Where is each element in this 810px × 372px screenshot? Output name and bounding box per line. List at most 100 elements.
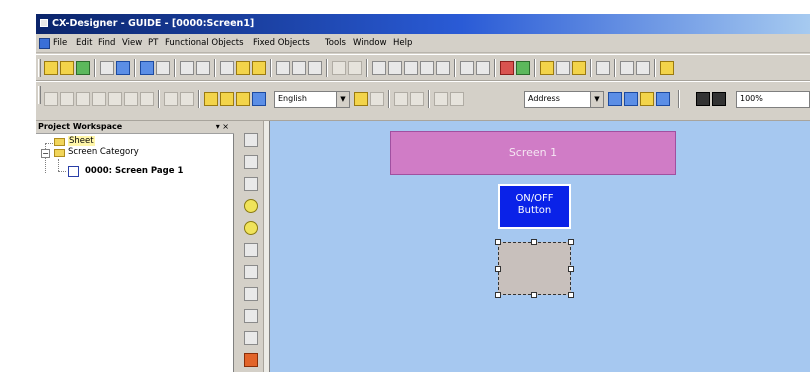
screen-title-label[interactable]: Screen 1 [390, 131, 676, 175]
arc-icon[interactable] [140, 92, 154, 106]
replace-icon[interactable] [476, 61, 490, 75]
tree-item-sheet[interactable]: Sheet [68, 136, 95, 146]
redo-icon[interactable] [348, 61, 362, 75]
copy-screen-icon[interactable] [140, 61, 154, 75]
transfer-icon[interactable] [516, 61, 530, 75]
fan-icon[interactable] [124, 92, 138, 106]
menu-window[interactable]: Window [353, 38, 387, 48]
compile-icon[interactable] [556, 61, 570, 75]
document-icon[interactable] [39, 38, 50, 49]
menu-help[interactable]: Help [393, 38, 412, 48]
help-icon[interactable] [660, 61, 674, 75]
resize-handle-s[interactable] [531, 292, 537, 298]
table3-icon[interactable] [434, 92, 448, 106]
resize-handle-sw[interactable] [495, 292, 501, 298]
grid2-icon[interactable] [196, 61, 210, 75]
paste2-icon[interactable] [404, 61, 418, 75]
resize-handle-n[interactable] [531, 239, 537, 245]
thumbwheel-icon[interactable] [244, 331, 258, 345]
table2-icon[interactable] [410, 92, 424, 106]
menu-view[interactable]: View [122, 38, 142, 48]
save-icon[interactable] [116, 61, 130, 75]
language-select[interactable]: English ▼ [274, 91, 350, 108]
menu-fixed-objects[interactable]: Fixed Objects [253, 38, 310, 48]
word-lamp-icon[interactable] [244, 221, 258, 235]
settings-icon[interactable] [620, 61, 634, 75]
label-icon[interactable] [354, 92, 368, 106]
resize-handle-w[interactable] [495, 266, 501, 272]
print-setup-icon[interactable] [308, 61, 322, 75]
screen-canvas[interactable]: Screen 1 ON/OFF Button [270, 121, 810, 372]
address-icon[interactable] [608, 92, 622, 106]
test-icon[interactable] [500, 61, 514, 75]
copy-icon[interactable] [236, 61, 250, 75]
menu-pt[interactable]: PT [148, 38, 158, 48]
simulate-icon[interactable] [540, 61, 554, 75]
resize-handle-nw[interactable] [495, 239, 501, 245]
undo-icon[interactable] [332, 61, 346, 75]
bit-lamp-icon[interactable] [244, 199, 258, 213]
back-icon[interactable] [180, 92, 194, 106]
table-icon[interactable] [394, 92, 408, 106]
cut-icon[interactable] [220, 61, 234, 75]
line-icon[interactable] [76, 92, 90, 106]
new-icon[interactable] [44, 61, 58, 75]
folder-icon[interactable] [572, 61, 586, 75]
polygon-icon[interactable] [108, 92, 122, 106]
select-icon[interactable] [656, 92, 670, 106]
print-icon[interactable] [292, 61, 306, 75]
list-selector-icon[interactable] [244, 287, 258, 301]
tree-item-screen-category[interactable]: Screen Category [68, 147, 139, 157]
menu-edit[interactable]: Edit [76, 38, 92, 48]
command-button-icon[interactable] [244, 177, 258, 191]
workspace-header-buttons[interactable]: ▾ × [216, 122, 229, 131]
address2-icon[interactable] [624, 92, 638, 106]
toolbar-grip[interactable] [38, 59, 41, 77]
print-preview-icon[interactable] [276, 61, 290, 75]
find-icon[interactable] [460, 61, 474, 75]
selected-object[interactable] [498, 242, 571, 295]
bring-icon[interactable] [236, 92, 250, 106]
on-off-button-object[interactable]: ON/OFF Button [498, 184, 571, 229]
settings2-icon[interactable] [636, 61, 650, 75]
menu-file[interactable]: File [53, 38, 67, 48]
resize-handle-se[interactable] [568, 292, 574, 298]
on-off-button-icon[interactable] [244, 133, 258, 147]
chevron-down-icon[interactable]: ▼ [336, 92, 349, 107]
paste-icon[interactable] [252, 61, 266, 75]
ellipse-icon[interactable] [60, 92, 74, 106]
menu-tools[interactable]: Tools [325, 38, 346, 48]
fill-icon[interactable] [696, 92, 710, 106]
group-icon[interactable] [204, 92, 218, 106]
pointer-icon[interactable] [640, 92, 654, 106]
save-all-icon[interactable] [76, 61, 90, 75]
address-select[interactable]: Address ▼ [524, 91, 604, 108]
resize-handle-e[interactable] [568, 266, 574, 272]
menu-find[interactable]: Find [98, 38, 115, 48]
delete-icon[interactable] [420, 61, 434, 75]
table4-icon[interactable] [450, 92, 464, 106]
copy2-icon[interactable] [388, 61, 402, 75]
word-button-icon[interactable] [244, 155, 258, 169]
paste-screen-icon[interactable] [156, 61, 170, 75]
toolbar-grip[interactable] [38, 86, 41, 104]
properties-icon[interactable] [436, 61, 450, 75]
polyline-icon[interactable] [92, 92, 106, 106]
new-page-icon[interactable] [100, 61, 114, 75]
cut2-icon[interactable] [372, 61, 386, 75]
grid-icon[interactable] [180, 61, 194, 75]
send-icon[interactable] [252, 92, 266, 106]
zoom-select[interactable]: 100% [736, 91, 810, 108]
select-rect-icon[interactable] [44, 92, 58, 106]
string-display-icon[interactable] [244, 265, 258, 279]
list-icon[interactable] [596, 61, 610, 75]
data-log-graph-icon[interactable] [244, 309, 258, 323]
numeral-display-icon[interactable] [244, 243, 258, 257]
fill2-icon[interactable] [712, 92, 726, 106]
menu-functional-objects[interactable]: Functional Objects [165, 38, 244, 48]
front-icon[interactable] [164, 92, 178, 106]
tree-item-screen-page[interactable]: 0000: Screen Page 1 [85, 166, 183, 176]
alarm-icon[interactable] [244, 353, 258, 367]
open-icon[interactable] [60, 61, 74, 75]
ungroup-icon[interactable] [220, 92, 234, 106]
